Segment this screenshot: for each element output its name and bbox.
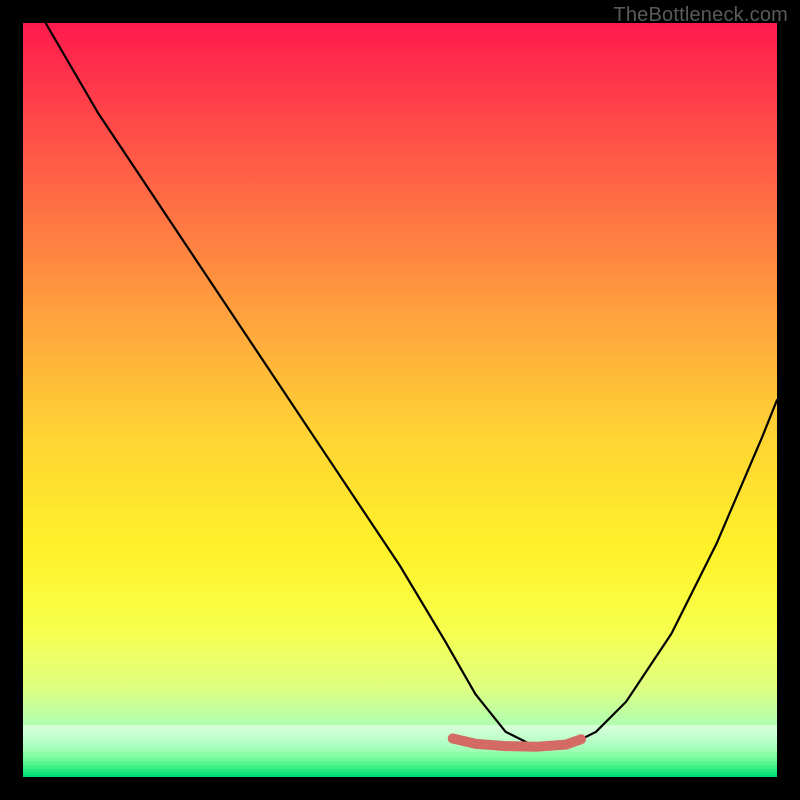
optimal-region-marker [453,739,581,747]
chart-frame: TheBottleneck.com [0,0,800,800]
plot-area [23,23,777,777]
bottleneck-curve [46,23,777,747]
curve-layer [23,23,777,777]
optimal-region-dot [448,734,458,744]
watermark-text: TheBottleneck.com [613,4,788,27]
